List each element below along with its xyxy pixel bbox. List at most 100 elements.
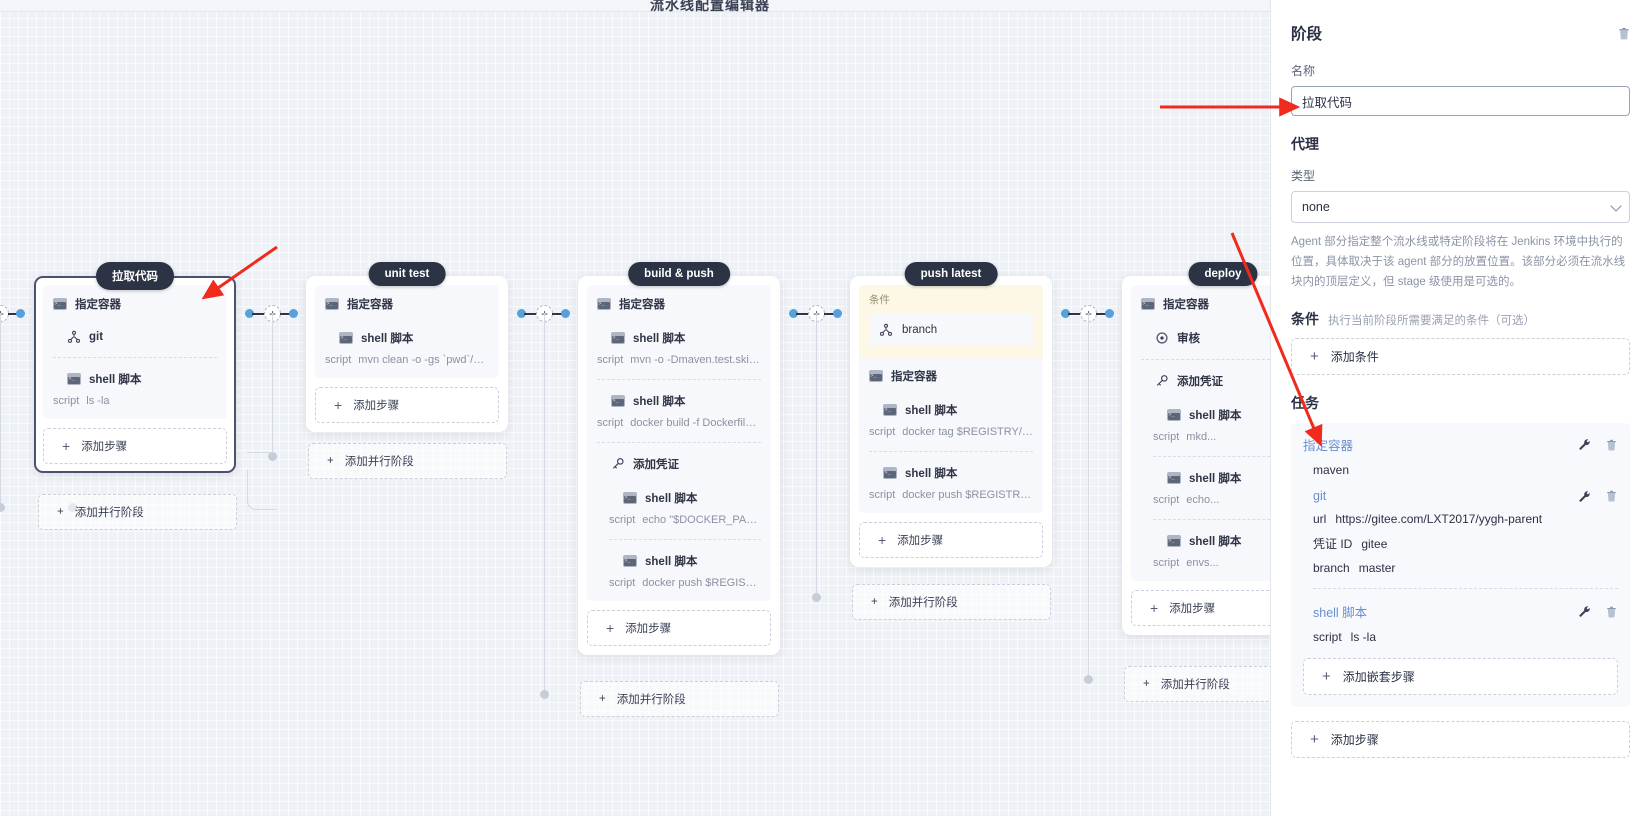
- step-divider: [597, 379, 761, 380]
- terminal-icon: [325, 298, 339, 310]
- task-name[interactable]: shell 脚本: [1313, 602, 1367, 621]
- add-nested-step-button[interactable]: + 添加嵌套步骤: [1303, 658, 1618, 696]
- condition-item-branch[interactable]: branch: [869, 314, 1033, 346]
- add-step-label: 添加步骤: [1330, 733, 1379, 748]
- step-title: 指定容器: [1163, 299, 1209, 311]
- terminal-icon: [623, 555, 637, 567]
- script-value: envs...: [1186, 557, 1219, 569]
- wrench-icon[interactable]: [1578, 605, 1591, 618]
- add-parallel-stage-3[interactable]: + 添加并行阶段: [852, 584, 1051, 620]
- add-parallel-stage-2[interactable]: + 添加并行阶段: [580, 681, 779, 717]
- add-step-button[interactable]: + 添加步骤: [587, 610, 771, 646]
- step-git[interactable]: git: [67, 330, 217, 344]
- terminal-icon: [869, 370, 883, 382]
- add-parallel-label: 添加并行阶段: [888, 597, 958, 609]
- stage-card[interactable]: 指定容器 shell 脚本 script mvn -o -Dmaven.test.…: [578, 276, 780, 655]
- parallel-dot-4: [1084, 675, 1093, 684]
- stage-badge[interactable]: unit test: [368, 262, 446, 286]
- trash-icon[interactable]: [1617, 26, 1630, 40]
- step-credential[interactable]: 添加凭证: [611, 456, 761, 472]
- wrench-icon[interactable]: [1578, 438, 1591, 451]
- add-step-button[interactable]: + 添加步骤: [1291, 721, 1630, 759]
- stage1-bottom-elbow: [247, 470, 277, 510]
- wrench-icon[interactable]: [1578, 490, 1591, 503]
- step-title: 指定容器: [347, 299, 393, 311]
- script-value: mvn -o -Dmaven.test.skip=t...: [630, 354, 761, 366]
- terminal-icon: [1167, 535, 1181, 547]
- terminal-icon: [1141, 298, 1155, 310]
- task-name[interactable]: 指定容器: [1303, 435, 1353, 454]
- script-key: script: [1153, 431, 1180, 443]
- task-container-block: 指定容器 maven git url https://gitee.com/LXT…: [1291, 423, 1630, 708]
- stage-card[interactable]: 指定容器 shell 脚本 script mvn clean -o -gs `pw…: [306, 276, 508, 432]
- terminal-icon: [883, 467, 897, 479]
- step-shell[interactable]: shell 脚本: [339, 330, 489, 346]
- key-icon: [1155, 374, 1169, 388]
- add-step-button[interactable]: + 添加步骤: [859, 522, 1043, 558]
- step-title: 指定容器: [619, 299, 665, 311]
- page-title: 流水线配置编辑器: [650, 0, 770, 13]
- stage-badge[interactable]: push latest: [904, 262, 998, 286]
- condition-item-label: branch: [902, 324, 938, 336]
- nested-task-git: git url https://gitee.com/LXT2017/yygh-pa…: [1313, 489, 1618, 644]
- task-row[interactable]: shell 脚本: [1313, 602, 1618, 621]
- step-script: script echo "$DOCKER_PASS...: [609, 514, 761, 526]
- name-label: 名称: [1291, 64, 1316, 78]
- stage-badge[interactable]: 拉取代码: [96, 262, 174, 290]
- task-name[interactable]: git: [1313, 489, 1326, 503]
- step-shell[interactable]: shell 脚本: [67, 371, 217, 387]
- trash-icon[interactable]: [1605, 605, 1618, 619]
- parallel-dot-1: [268, 452, 277, 461]
- stage-name-input[interactable]: [1291, 86, 1630, 116]
- task-row[interactable]: git: [1313, 489, 1618, 503]
- script-key: script: [597, 354, 624, 366]
- step-shell[interactable]: shell 脚本: [611, 330, 761, 346]
- step-shell[interactable]: shell 脚本: [623, 490, 761, 506]
- step-shell[interactable]: shell 脚本: [611, 393, 761, 409]
- connector-dot-3b: [833, 309, 842, 318]
- condition-label: 条件: [869, 294, 890, 306]
- stage-card[interactable]: 指定容器 git shell 脚本 scri: [34, 276, 236, 473]
- step-title: shell 脚本: [361, 333, 414, 345]
- add-parallel-stage-0[interactable]: + 添加并行阶段: [38, 494, 237, 530]
- add-step-label: 添加步骤: [353, 400, 400, 412]
- step-title: shell 脚本: [89, 374, 142, 386]
- step-container[interactable]: 指定容器: [325, 296, 489, 312]
- stage-body: 指定容器 shell 脚本 script mvn clean -o -gs `pw…: [315, 285, 499, 378]
- step-container[interactable]: 指定容器: [53, 296, 217, 312]
- task-row[interactable]: 指定容器: [1303, 435, 1618, 454]
- step-container[interactable]: 指定容器: [597, 296, 761, 312]
- step-shell[interactable]: shell 脚本: [883, 402, 1033, 418]
- step-divider: [869, 451, 1033, 452]
- add-step-button[interactable]: + 添加步骤: [315, 387, 499, 423]
- add-parallel-stage-1[interactable]: + 添加并行阶段: [308, 443, 507, 479]
- stage-badge[interactable]: deploy: [1188, 262, 1258, 286]
- step-script: script docker tag $REGISTRY/$D...: [869, 426, 1033, 438]
- trash-icon[interactable]: [1605, 438, 1618, 452]
- step-shell[interactable]: shell 脚本: [883, 465, 1033, 481]
- step-title: shell 脚本: [633, 333, 686, 345]
- script-key: script: [325, 354, 352, 366]
- step-shell[interactable]: shell 脚本: [623, 553, 761, 569]
- add-step-button[interactable]: + 添加步骤: [43, 428, 227, 464]
- parallel-drop-4: [1088, 313, 1089, 680]
- add-nested-step-label: 添加嵌套步骤: [1342, 670, 1415, 685]
- add-condition-button[interactable]: + 添加条件: [1291, 338, 1630, 376]
- stage-condition-box: 条件 branch: [859, 285, 1043, 358]
- task-kv: branch master: [1313, 561, 1618, 575]
- kv-key: url: [1313, 512, 1327, 527]
- plus-icon: +: [599, 693, 606, 705]
- step-script: script docker push $REGISTRY/$...: [869, 489, 1033, 501]
- connector-dot-2b: [561, 309, 570, 318]
- plus-icon: +: [57, 506, 64, 518]
- add-step-label: 添加步骤: [81, 441, 128, 453]
- step-script: script ls -la: [53, 395, 217, 407]
- agent-type-select-wrap[interactable]: none: [1291, 191, 1630, 223]
- key-icon: [611, 457, 625, 471]
- agent-type-select[interactable]: none: [1291, 191, 1630, 223]
- step-title: 指定容器: [75, 299, 121, 311]
- trash-icon[interactable]: [1605, 489, 1618, 503]
- stage-badge[interactable]: build & push: [628, 262, 730, 286]
- stage-card[interactable]: 条件 branch 指定容器: [850, 276, 1052, 567]
- step-container[interactable]: 指定容器: [869, 368, 1033, 384]
